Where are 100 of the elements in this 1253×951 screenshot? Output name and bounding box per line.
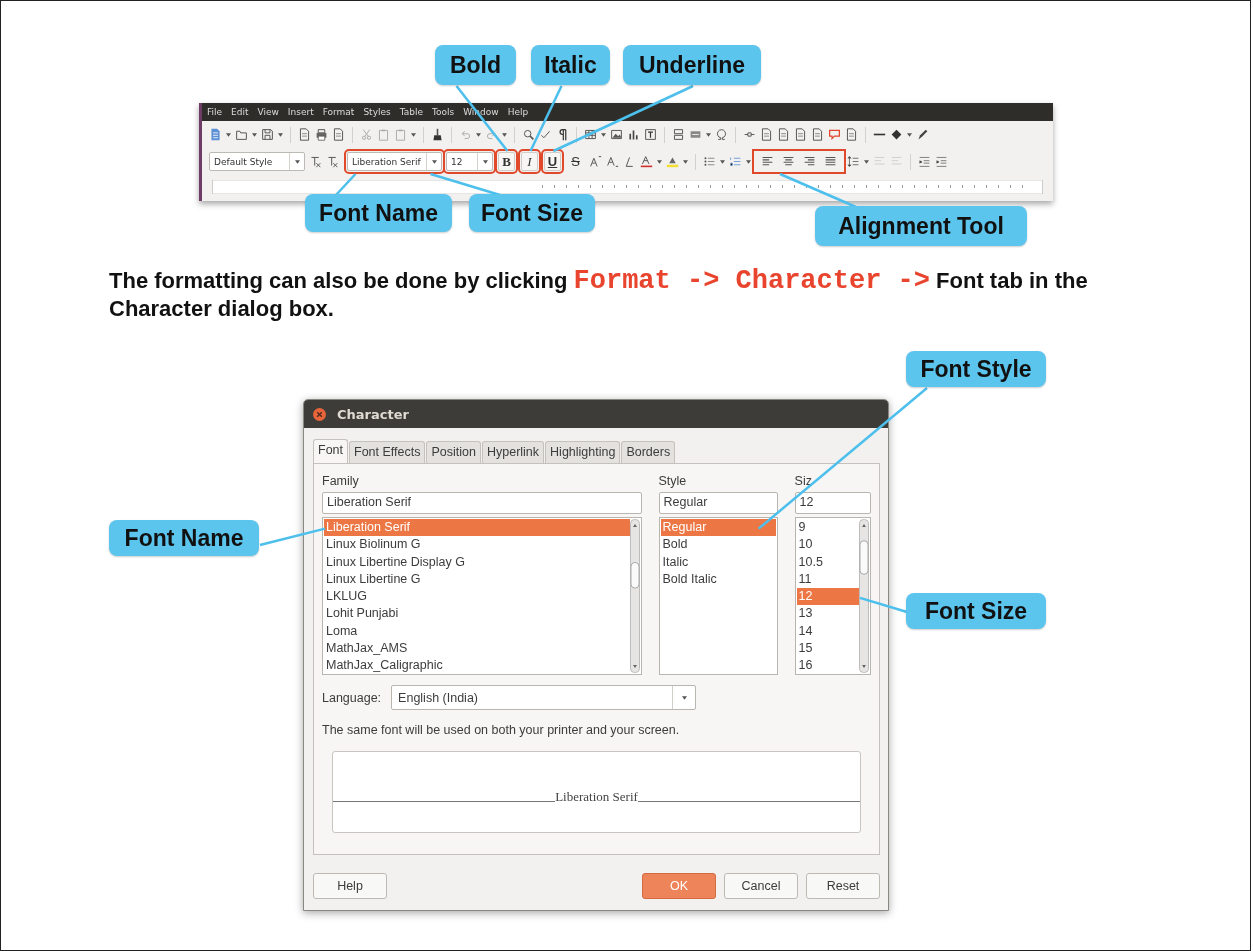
bulleted-list-icon[interactable] bbox=[703, 155, 716, 168]
list-item[interactable]: 10 bbox=[796, 536, 859, 554]
caret-icon[interactable] bbox=[278, 132, 283, 137]
font-size-list[interactable]: 9 10 10.5 11 12 13 14 15 16 bbox=[794, 517, 871, 675]
document-icon[interactable] bbox=[760, 128, 773, 141]
highlighting-icon[interactable] bbox=[666, 155, 679, 168]
caret-icon[interactable] bbox=[252, 132, 257, 137]
strikethrough-button[interactable]: S bbox=[567, 152, 584, 171]
printer-icon[interactable] bbox=[315, 128, 328, 141]
document-icon[interactable] bbox=[298, 128, 311, 141]
caret-icon[interactable] bbox=[683, 159, 688, 164]
menu-item[interactable]: Tools bbox=[432, 107, 455, 117]
list-item[interactable]: Bold bbox=[660, 536, 776, 554]
comment-icon[interactable] bbox=[828, 128, 841, 141]
tab[interactable]: Borders bbox=[621, 441, 676, 463]
clipboard-icon[interactable] bbox=[394, 128, 407, 141]
table-icon[interactable] bbox=[584, 128, 597, 141]
caret-icon[interactable] bbox=[864, 159, 869, 164]
slanted-letter-icon[interactable] bbox=[623, 155, 636, 168]
search-icon[interactable] bbox=[522, 128, 535, 141]
menu-item[interactable]: Styles bbox=[363, 107, 391, 117]
menu-item[interactable]: Edit bbox=[231, 107, 249, 117]
font-color-icon[interactable] bbox=[640, 155, 653, 168]
bold-button[interactable]: B bbox=[498, 152, 515, 171]
dialog-button[interactable]: Reset bbox=[806, 873, 880, 899]
justify-icon[interactable] bbox=[824, 155, 837, 168]
menu-item[interactable]: Help bbox=[507, 107, 529, 117]
italic-button[interactable]: I bbox=[521, 152, 538, 171]
text-box-icon[interactable] bbox=[644, 128, 657, 141]
tab[interactable]: Font bbox=[313, 439, 348, 463]
caret-icon[interactable] bbox=[720, 159, 725, 164]
folder-icon[interactable] bbox=[235, 128, 248, 141]
pen-icon[interactable] bbox=[916, 128, 929, 141]
tab[interactable]: Font Effects bbox=[349, 441, 426, 463]
tab[interactable]: Hyperlink bbox=[481, 441, 545, 463]
check-mark-icon[interactable] bbox=[539, 128, 552, 141]
document-icon[interactable] bbox=[811, 128, 824, 141]
diamond-icon[interactable] bbox=[890, 128, 903, 141]
align-center-icon[interactable] bbox=[782, 155, 795, 168]
floppy-disk-icon[interactable] bbox=[261, 128, 274, 141]
caret-icon[interactable] bbox=[706, 132, 711, 137]
close-icon[interactable] bbox=[313, 407, 326, 421]
family-field[interactable]: Liberation Serif bbox=[322, 492, 642, 514]
scrollbar[interactable] bbox=[859, 519, 869, 673]
list-item[interactable]: MathJax_AMS bbox=[324, 640, 630, 658]
style-field[interactable]: Regular bbox=[658, 492, 778, 514]
list-item[interactable]: Italic bbox=[660, 553, 776, 571]
special-character-icon[interactable] bbox=[715, 128, 728, 141]
numbered-list-icon[interactable] bbox=[729, 155, 742, 168]
indent-icon[interactable] bbox=[918, 155, 931, 168]
document-icon[interactable] bbox=[209, 128, 222, 141]
list-item[interactable]: Bold Italic bbox=[660, 570, 776, 589]
list-item[interactable]: Linux Libertine G bbox=[324, 570, 630, 589]
page-break-icon[interactable] bbox=[672, 128, 685, 141]
document-icon[interactable] bbox=[332, 128, 345, 141]
indent-icon[interactable] bbox=[935, 155, 948, 168]
tab[interactable]: Highlighting bbox=[545, 441, 621, 463]
caret-icon[interactable] bbox=[431, 159, 437, 164]
list-item[interactable]: Loma bbox=[324, 622, 630, 641]
brush-icon[interactable] bbox=[431, 128, 444, 141]
tab[interactable]: Position bbox=[426, 441, 481, 463]
size-field[interactable]: 12 bbox=[794, 492, 871, 514]
underline-button[interactable]: U bbox=[544, 152, 561, 171]
menu-item[interactable]: Insert bbox=[287, 107, 314, 117]
align-right-icon[interactable] bbox=[803, 155, 816, 168]
scrollbar[interactable] bbox=[629, 519, 640, 673]
field-icon[interactable] bbox=[689, 128, 702, 141]
list-item[interactable]: 11 bbox=[796, 570, 859, 589]
font-name-dropdown[interactable]: Liberation Serif bbox=[347, 152, 442, 171]
pilcrow-icon[interactable] bbox=[556, 128, 569, 141]
superscript-icon[interactable] bbox=[589, 155, 602, 168]
caret-icon[interactable] bbox=[476, 132, 481, 137]
image-icon[interactable] bbox=[610, 128, 623, 141]
line-spacing-icon[interactable] bbox=[847, 155, 860, 168]
caret-icon[interactable] bbox=[502, 132, 507, 137]
list-item[interactable]: 14 bbox=[796, 622, 859, 641]
paragraph-style-dropdown[interactable]: Default Style bbox=[209, 152, 305, 171]
list-item[interactable]: Linux Libertine Display G bbox=[324, 553, 630, 571]
align-left-icon[interactable] bbox=[761, 155, 774, 168]
list-item[interactable]: MathJax_Caligraphic bbox=[324, 657, 630, 675]
chart-icon[interactable] bbox=[627, 128, 640, 141]
caret-icon[interactable] bbox=[657, 159, 662, 164]
list-item[interactable]: LKLUG bbox=[324, 588, 630, 606]
caret-icon[interactable] bbox=[294, 159, 300, 164]
list-item[interactable]: 13 bbox=[796, 605, 859, 623]
font-style-list[interactable]: Regular Bold Italic Bold Italic bbox=[658, 517, 778, 675]
list-item[interactable]: 10.5 bbox=[796, 553, 859, 571]
clear-formatting-icon[interactable] bbox=[326, 155, 339, 168]
document-icon[interactable] bbox=[777, 128, 790, 141]
caret-icon[interactable] bbox=[746, 159, 751, 164]
language-dropdown[interactable]: English (India) bbox=[391, 685, 697, 710]
caret-icon[interactable] bbox=[681, 695, 687, 700]
menu-item[interactable]: File bbox=[207, 107, 223, 117]
font-family-list[interactable]: Liberation Serif Linux Biolinum G Linux Libertine Display G Linux Libertine G LKLUG Lohit Punjabi Loma MathJax_AMS MathJax_Caligraphic bbox=[322, 517, 642, 675]
list-item[interactable]: 15 bbox=[796, 640, 859, 658]
menu-item[interactable]: Table bbox=[399, 107, 423, 117]
font-size-dropdown[interactable]: 12 bbox=[446, 152, 493, 171]
menu-item[interactable]: View bbox=[257, 107, 279, 117]
caret-icon[interactable] bbox=[226, 132, 231, 137]
list-item[interactable]: 16 bbox=[796, 657, 859, 675]
